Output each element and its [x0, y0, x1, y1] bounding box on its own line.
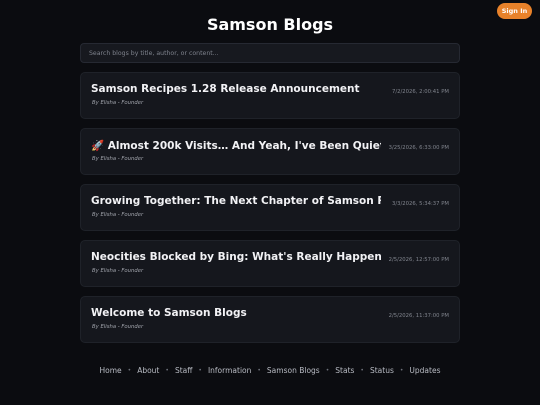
post-date: 3/25/2026, 6:33:00 PM	[388, 145, 449, 151]
footer-link-updates[interactable]: Updates	[409, 366, 440, 375]
post-list: Samson Recipes 1.28 Release Announcement…	[80, 72, 460, 352]
post-card[interactable]: Samson Recipes 1.28 Release Announcement…	[80, 72, 460, 119]
footer-separator: •	[127, 367, 132, 374]
search-input[interactable]	[80, 43, 460, 63]
footer-separator: •	[257, 367, 261, 374]
footer-nav: Home • About • Staff • Information • Sam…	[0, 366, 540, 375]
post-date: 2/5/2026, 12:57:00 PM	[388, 257, 449, 263]
post-title: 🚀 Almost 200k Visits… And Yeah, I've Bee…	[91, 140, 381, 152]
post-title: Growing Together: The Next Chapter of Sa…	[91, 195, 381, 207]
post-date: 7/2/2026, 2:00:41 PM	[391, 89, 449, 95]
footer-link-stats[interactable]: Stats	[335, 366, 354, 375]
post-date: 3/3/2026, 5:34:37 PM	[391, 201, 449, 207]
blog-page: Sign In Samson Blogs Samson Recipes 1.28…	[0, 0, 540, 405]
footer-link-information[interactable]: Information	[208, 366, 251, 375]
post-card[interactable]: 🚀 Almost 200k Visits… And Yeah, I've Bee…	[80, 128, 460, 175]
footer-link-about[interactable]: About	[137, 366, 159, 375]
footer-separator: •	[325, 367, 330, 374]
post-title: Samson Recipes 1.28 Release Announcement	[91, 83, 360, 95]
page-title: Samson Blogs	[206, 15, 334, 34]
footer-separator: •	[198, 367, 202, 374]
post-card[interactable]: Neocities Blocked by Bing: What's Really…	[80, 240, 460, 287]
post-date: 2/5/2026, 11:37:00 PM	[388, 313, 449, 319]
post-card[interactable]: Welcome to Samson Blogs By Elisha - Foun…	[80, 296, 460, 343]
post-author: By Elisha - Founder	[92, 156, 144, 162]
post-card[interactable]: Growing Together: The Next Chapter of Sa…	[80, 184, 460, 231]
post-title: Neocities Blocked by Bing: What's Really…	[91, 251, 381, 263]
post-author: By Elisha - Founder	[92, 324, 144, 330]
footer-link-status[interactable]: Status	[370, 366, 394, 375]
footer-separator: •	[360, 367, 364, 374]
post-author: By Elisha - Founder	[92, 268, 144, 274]
footer-link-staff[interactable]: Staff	[175, 366, 192, 375]
post-author: By Elisha - Founder	[92, 100, 144, 106]
post-title: Welcome to Samson Blogs	[91, 307, 247, 319]
footer-link-home[interactable]: Home	[100, 366, 122, 375]
footer-separator: •	[399, 367, 404, 374]
post-author: By Elisha - Founder	[92, 212, 144, 218]
footer-separator: •	[165, 367, 169, 374]
footer-link-samson-blogs[interactable]: Samson Blogs	[267, 366, 320, 375]
